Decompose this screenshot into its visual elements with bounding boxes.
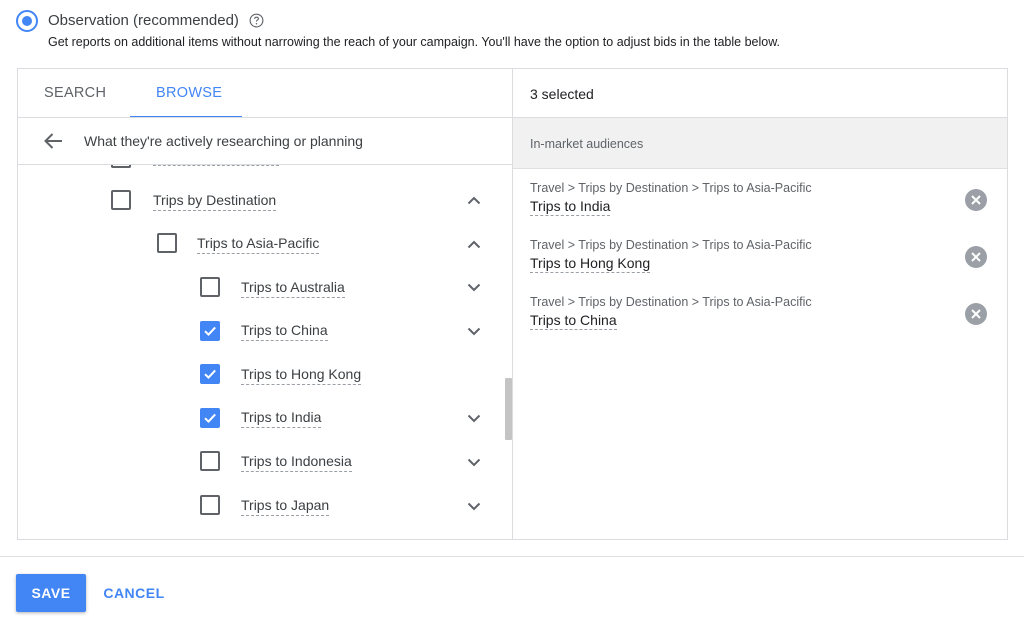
selected-item-path: Travel > Trips by Destination > Trips to… (530, 295, 812, 309)
checkbox-trips-to-australia[interactable] (200, 277, 220, 297)
close-icon (971, 252, 981, 262)
browse-pane: SEARCH BROWSE What they're actively rese… (18, 69, 513, 539)
tree-item-label[interactable]: Trips to Hong Kong (241, 366, 362, 385)
close-icon (971, 309, 981, 319)
cancel-button[interactable]: CANCEL (98, 574, 170, 612)
scrollbar-thumb[interactable] (505, 378, 512, 440)
checkbox-trips-to-india[interactable] (200, 408, 220, 428)
remove-item-button[interactable] (965, 303, 987, 325)
checkbox-trips-to-china[interactable] (200, 321, 220, 341)
selected-item-path: Travel > Trips by Destination > Trips to… (530, 181, 812, 195)
section-header-label: In-market audiences (530, 137, 644, 151)
tree-item-label[interactable]: Trips to Japan (241, 497, 330, 516)
tree-item-label[interactable]: Trips to India (241, 409, 322, 428)
tab-search[interactable]: SEARCH (44, 85, 106, 101)
checkbox-trips-to-japan[interactable] (200, 495, 220, 515)
checkmark-icon (204, 326, 216, 337)
selected-item: Travel > Trips by Destination > Trips to… (513, 238, 1007, 288)
chevron-up-icon[interactable] (467, 239, 481, 249)
save-button[interactable]: SAVE (16, 574, 86, 612)
selected-item-name: Trips to India (530, 198, 611, 216)
tree-item-label-partial (153, 165, 279, 166)
chevron-down-icon[interactable] (467, 458, 481, 468)
checkbox-trips-by-destination[interactable] (111, 190, 131, 210)
checkmark-icon (204, 413, 216, 424)
chevron-up-icon[interactable] (467, 195, 481, 205)
remove-item-button[interactable] (965, 246, 987, 268)
tab-browse[interactable]: BROWSE (156, 85, 222, 101)
category-tree: Trips by Destination Trips to Asia-Pacif… (18, 165, 513, 539)
observation-radio[interactable] (16, 10, 38, 32)
chevron-down-icon[interactable] (467, 502, 481, 512)
selected-pane: 3 selected In-market audiences Travel > … (513, 69, 1007, 539)
tree-item-label[interactable]: Trips to Australia (241, 279, 345, 298)
chevron-down-icon[interactable] (467, 327, 481, 337)
selected-item-name: Trips to China (530, 312, 617, 330)
tree-item-label[interactable]: Trips to China (241, 322, 328, 341)
selected-item-path: Travel > Trips by Destination > Trips to… (530, 238, 812, 252)
tree-item-label[interactable]: Trips to Indonesia (241, 453, 352, 472)
chevron-down-icon[interactable] (467, 414, 481, 424)
category-breadcrumb: What they're actively researching or pla… (84, 133, 363, 149)
arrow-back-icon[interactable] (43, 132, 63, 150)
observation-description: Get reports on additional items without … (48, 35, 781, 49)
divider (18, 117, 513, 118)
selected-item: Travel > Trips by Destination > Trips to… (513, 181, 1007, 231)
divider (0, 556, 1024, 557)
chevron-down-icon[interactable] (467, 283, 481, 293)
radio-selected-dot (22, 16, 32, 26)
selected-item-name: Trips to Hong Kong (530, 255, 651, 273)
observation-title[interactable]: Observation (recommended) (48, 12, 239, 29)
remove-item-button[interactable] (965, 189, 987, 211)
checkbox-trips-to-hong-kong[interactable] (200, 364, 220, 384)
selected-count: 3 selected (530, 86, 594, 102)
audience-picker-panel: SEARCH BROWSE What they're actively rese… (17, 68, 1008, 540)
checkbox-trips-to-asia-pacific[interactable] (157, 233, 177, 253)
help-circle-icon[interactable] (249, 13, 264, 28)
tree-item-label[interactable]: Trips to Asia-Pacific (197, 235, 320, 254)
checkmark-icon (204, 369, 216, 380)
checkbox-trips-to-indonesia[interactable] (200, 451, 220, 471)
section-header-in-market: In-market audiences (513, 118, 1007, 169)
selected-item: Travel > Trips by Destination > Trips to… (513, 295, 1007, 345)
checkbox-partial[interactable] (111, 165, 131, 168)
tree-item-label[interactable]: Trips by Destination (153, 192, 277, 211)
close-icon (971, 195, 981, 205)
